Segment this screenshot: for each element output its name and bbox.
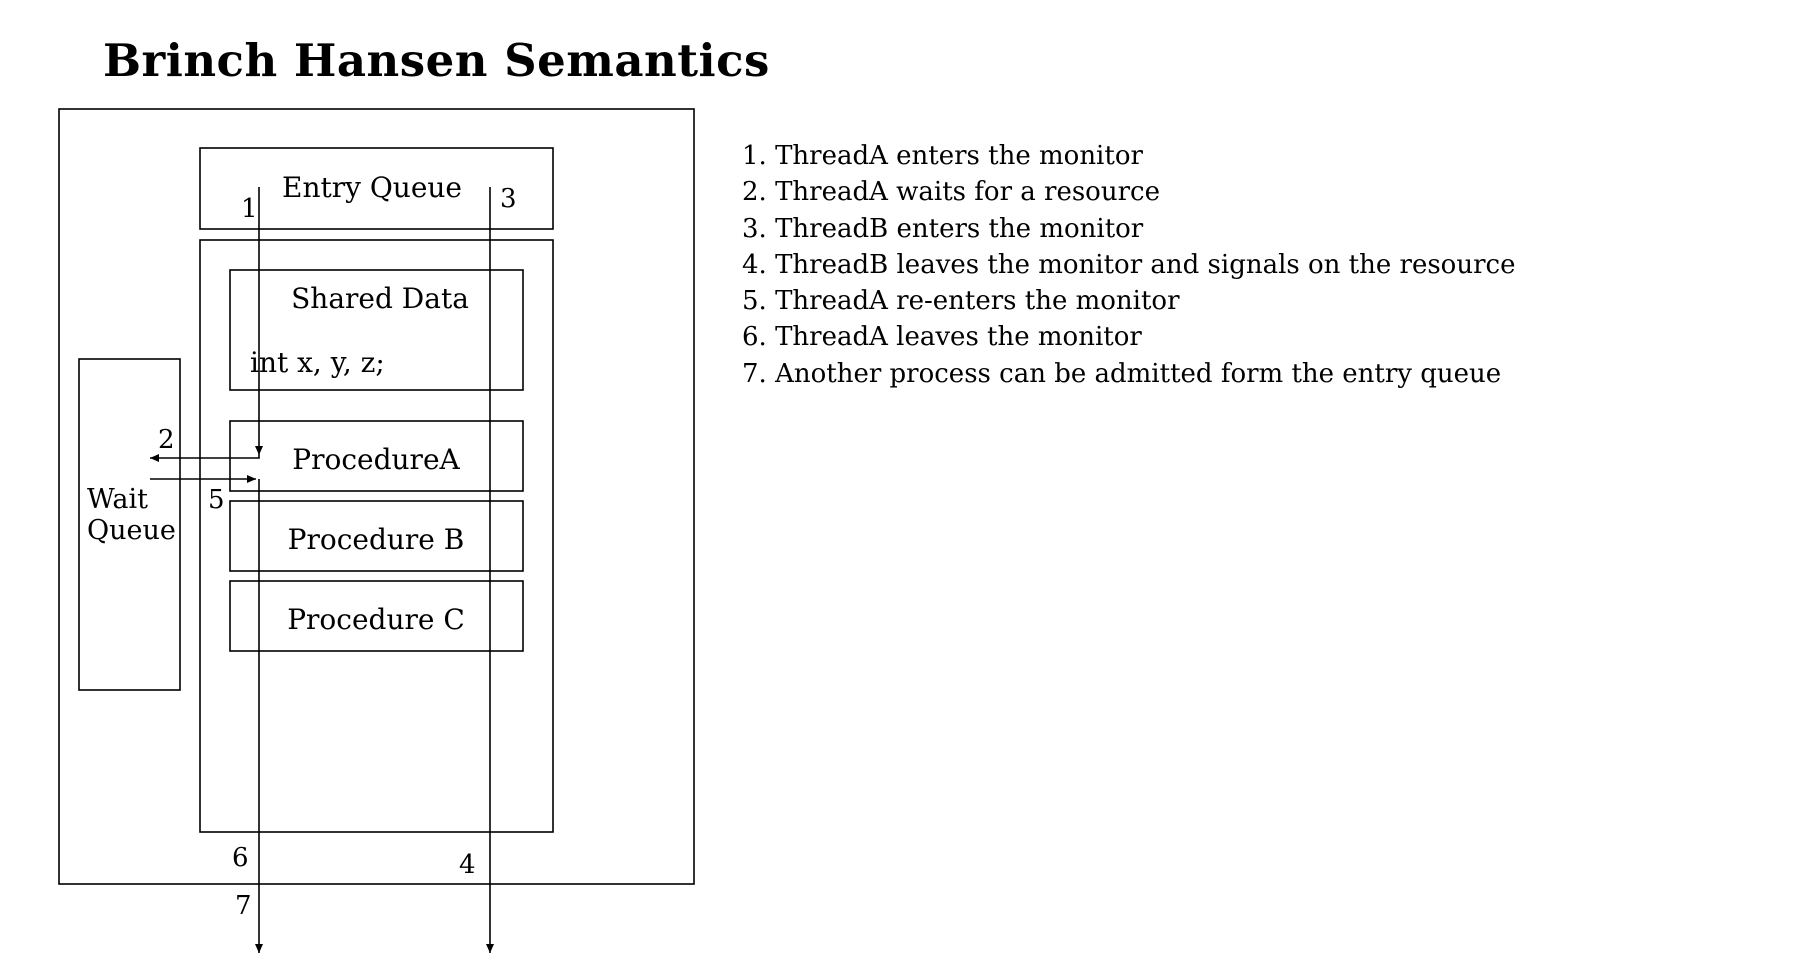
- monitor-diagram: Entry Queue Shared Data int x, y, z; Pro…: [58, 108, 695, 953]
- entry-queue-label: Entry Queue: [282, 171, 462, 204]
- marker-1: 1: [241, 194, 258, 224]
- outer-boundary: [58, 108, 695, 885]
- step-item: 7. Another process can be admitted form …: [742, 358, 1502, 389]
- step-item: 6. ThreadA leaves the monitor: [742, 322, 1142, 353]
- marker-5: 5: [208, 485, 225, 515]
- shared-data-label: Shared Data: [291, 282, 469, 315]
- marker-6: 6: [232, 843, 249, 873]
- marker-2: 2: [158, 425, 175, 455]
- steps-list: 1. ThreadA enters the monitor 2. ThreadA…: [742, 138, 1515, 392]
- step-item: 2. ThreadA waits for a resource: [742, 177, 1160, 208]
- step-item: 1. ThreadA enters the monitor: [742, 141, 1143, 171]
- step-item: 3. ThreadB enters the monitor: [742, 213, 1144, 244]
- procedure-c-label: Procedure C: [287, 603, 465, 636]
- thread-a-wait-arrow: [150, 454, 260, 462]
- marker-7: 7: [235, 891, 252, 921]
- marker-4: 4: [459, 850, 476, 880]
- step-item: 4. ThreadB leaves the monitor and signal…: [742, 249, 1516, 280]
- wait-queue-label-line1: Wait: [87, 484, 148, 515]
- step-item: 5. ThreadA re-enters the monitor: [742, 286, 1180, 317]
- shared-data-vars: int x, y, z;: [250, 346, 385, 379]
- marker-3: 3: [500, 184, 517, 214]
- wait-queue-label-line2: Queue: [87, 515, 176, 546]
- procedure-b-label: Procedure B: [288, 523, 465, 556]
- procedure-a-label: ProcedureA: [292, 443, 460, 476]
